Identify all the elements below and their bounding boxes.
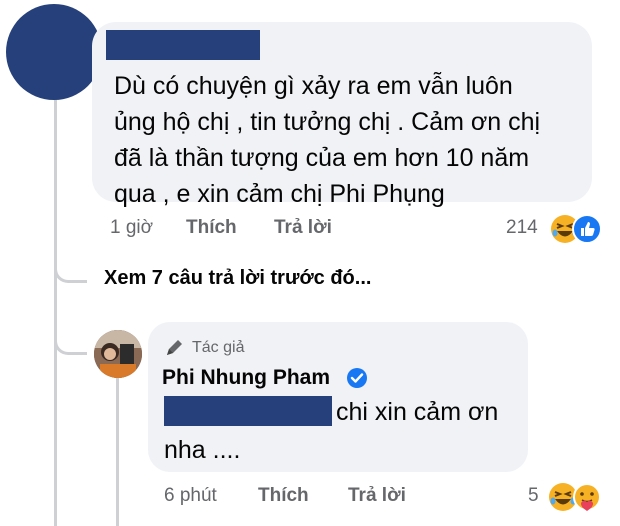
comment-text: Dù có chuyện gì xảy ra em vẫn luôn ủng h…: [114, 68, 586, 212]
author-avatar-photo: [94, 330, 142, 378]
thread-line-reply: [116, 378, 119, 526]
comment-text-line: Dù có chuyện gì xảy ra em vẫn luôn: [114, 72, 513, 100]
commenter-name-redacted[interactable]: [106, 30, 260, 60]
comment-reactions[interactable]: 214: [506, 212, 616, 244]
comment-reply-label: Trả lời: [274, 217, 332, 238]
like-thumb-icon: [572, 214, 602, 249]
pen-icon: [164, 338, 184, 363]
reply-bubble: Tác giả Phi Nhung Pham chi xin cảm ơn nh…: [148, 322, 528, 472]
reply-text-line: nha ....: [164, 436, 241, 464]
thread-connector-view-previous: [54, 240, 87, 283]
author-avatar[interactable]: [94, 330, 142, 378]
verified-badge-icon: [346, 367, 368, 394]
comment-bubble: Dù có chuyện gì xảy ra em vẫn luôn ủng h…: [92, 22, 592, 208]
reply-text-line: chi xin cảm ơn: [336, 398, 499, 426]
reply-like-button[interactable]: Thích: [258, 485, 309, 507]
comment-text-line: đã là thần tượng của em hơn 10 năm: [114, 144, 530, 172]
author-badge-label: Tác giả: [192, 339, 245, 356]
thread-connector-reply: [54, 310, 87, 355]
comment-reply-button[interactable]: Trả lời: [274, 217, 332, 239]
mentioned-name-redacted[interactable]: [164, 396, 332, 426]
reply-reply-button[interactable]: Trả lời: [348, 485, 406, 507]
reply-reply-label: Trả lời: [348, 485, 406, 506]
comment-reaction-count: 214: [506, 217, 538, 238]
reply-reaction-count: 5: [528, 485, 539, 506]
thread-line-main: [54, 90, 57, 526]
comment-like-button[interactable]: Thích: [186, 217, 237, 239]
reply-reactions[interactable]: 5: [528, 480, 618, 512]
reply-timestamp[interactable]: 6 phút: [164, 485, 217, 507]
comment-text-line: ủng hộ chị , tin tưởng chị . Cảm ơn chị: [114, 108, 541, 136]
reply-like-label: Thích: [258, 485, 309, 506]
care-emoji-icon: [572, 482, 602, 517]
comment-like-label: Thích: [186, 217, 237, 238]
commenter-avatar[interactable]: [6, 4, 102, 100]
author-name[interactable]: Phi Nhung Pham: [162, 366, 330, 390]
view-previous-replies-link[interactable]: Xem 7 câu trả lời trước đó...: [104, 267, 371, 290]
comment-text-line: qua , e xin cảm chị Phi Phụng: [114, 180, 445, 208]
comment-timestamp[interactable]: 1 giờ: [110, 217, 153, 239]
